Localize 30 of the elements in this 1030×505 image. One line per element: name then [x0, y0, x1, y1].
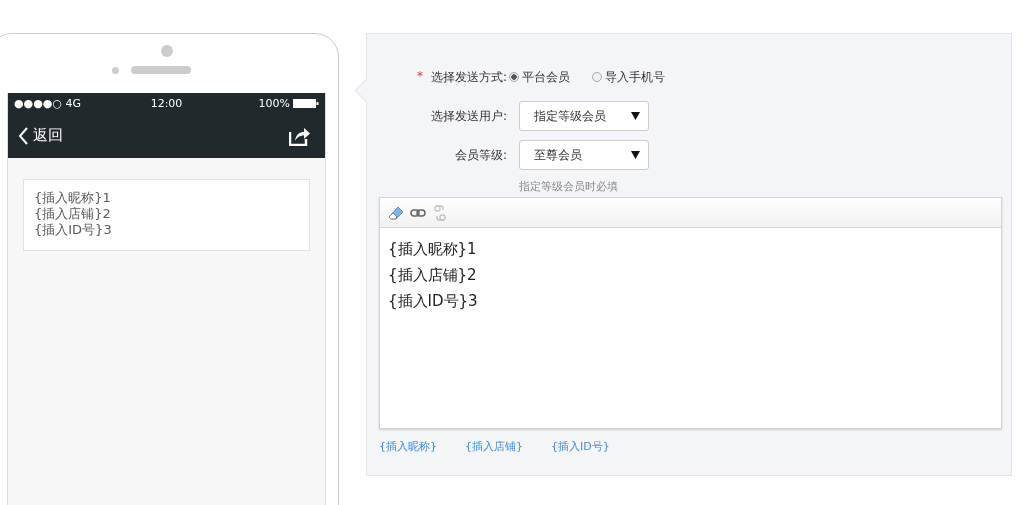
required-asterisk: *: [416, 68, 423, 85]
clock-time: 12:00: [150, 96, 183, 110]
carrier-signal: ●●●●○ 4G: [14, 96, 81, 110]
battery-percent: 100%: [258, 96, 290, 110]
field-hint: 指定等级会员时必填: [519, 179, 619, 194]
dropdown-select[interactable]: 指定等级会员: [519, 101, 649, 131]
field-label: 选择发送用户:: [430, 107, 507, 125]
chevron-left-icon: [18, 126, 29, 145]
camera-dot-icon: [160, 45, 173, 57]
message-line: {插入昵称}1: [34, 190, 112, 206]
back-button[interactable]: 返回: [18, 126, 63, 145]
share-icon[interactable]: [289, 125, 311, 146]
radio-option[interactable]: 导入手机号: [592, 68, 665, 86]
eraser-icon[interactable]: [388, 204, 404, 221]
dropdown-select[interactable]: 至尊会员: [519, 140, 649, 170]
field-label: 会员等级:: [454, 146, 507, 164]
field-label: 选择发送方式:: [430, 68, 507, 86]
editor-text-line[interactable]: {插入ID号}3: [388, 288, 993, 314]
editor-text-line[interactable]: {插入昵称}1: [388, 236, 993, 262]
radio-icon[interactable]: [509, 72, 519, 82]
editor-text-line[interactable]: {插入店铺}2: [388, 262, 993, 288]
dropdown-caret-icon: [631, 151, 640, 159]
speaker-slot-icon: [131, 66, 191, 74]
sensor-dot-icon: [112, 66, 119, 74]
message-line: {插入店铺}2: [34, 206, 112, 222]
dropdown-caret-icon: [631, 112, 640, 120]
radio-option[interactable]: 平台会员: [509, 68, 570, 86]
message-line: {插入ID号}3: [34, 222, 113, 238]
battery-icon: [293, 98, 319, 108]
radio-icon[interactable]: [592, 72, 602, 82]
